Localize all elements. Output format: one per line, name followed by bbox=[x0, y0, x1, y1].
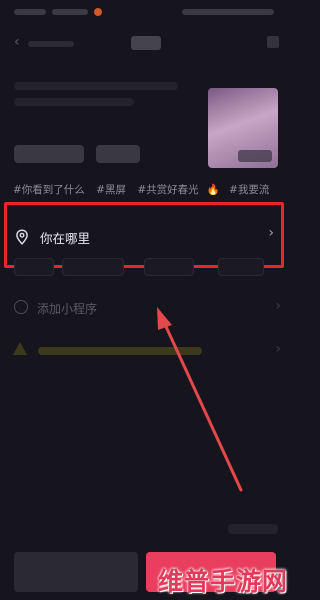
location-pin-icon bbox=[16, 229, 28, 245]
description-line bbox=[14, 82, 178, 90]
edit-cover-button[interactable] bbox=[238, 150, 272, 162]
hashtag-chip[interactable]: #你看到了什么 bbox=[13, 184, 85, 196]
status-time-blur bbox=[14, 9, 46, 15]
fire-icon: 🔥 bbox=[206, 184, 220, 196]
description-line bbox=[14, 98, 134, 106]
mini-program-label: 添加小程序 bbox=[37, 302, 98, 316]
chevron-right-icon: › bbox=[268, 225, 274, 241]
draft-hint bbox=[228, 524, 278, 534]
add-mini-program-row[interactable]: 添加小程序 › bbox=[0, 296, 289, 320]
location-label: 你在哪里 bbox=[40, 231, 91, 246]
location-suggestion-chip[interactable] bbox=[218, 258, 264, 276]
hashtag-button[interactable] bbox=[14, 145, 84, 163]
notice-text-blur bbox=[38, 347, 202, 355]
location-suggestion-chip[interactable] bbox=[144, 258, 194, 276]
hashtag-chip[interactable]: #黑屏 bbox=[96, 184, 126, 196]
location-suggestions bbox=[0, 258, 289, 280]
nav-right-icon[interactable] bbox=[267, 36, 279, 48]
save-draft-button[interactable] bbox=[14, 552, 138, 592]
notice-row[interactable]: › bbox=[0, 339, 289, 363]
nav-left-text-blur bbox=[28, 41, 74, 47]
watermark: 维普手游网 bbox=[158, 567, 289, 596]
top-navigation: ‹ bbox=[0, 30, 289, 56]
fire-icon bbox=[94, 8, 102, 16]
status-icons-blur bbox=[52, 9, 88, 15]
location-suggestion-chip[interactable] bbox=[14, 258, 54, 276]
warning-icon bbox=[13, 342, 27, 355]
nav-title-chip bbox=[131, 36, 161, 50]
cover-thumbnail[interactable] bbox=[208, 88, 278, 168]
status-bar bbox=[0, 0, 289, 24]
mention-button[interactable] bbox=[96, 145, 140, 163]
chevron-right-icon: › bbox=[275, 341, 281, 357]
hashtag-chip[interactable]: #共赏好春光 bbox=[137, 184, 198, 196]
hashtag-chip[interactable]: #我要流 bbox=[229, 184, 269, 196]
hashtag-suggestions: #你看到了什么 #黑屏 #共赏好春光 🔥 #我要流 bbox=[13, 182, 289, 198]
location-suggestion-chip[interactable] bbox=[62, 258, 124, 276]
link-icon bbox=[14, 300, 28, 314]
back-icon[interactable]: ‹ bbox=[14, 34, 20, 50]
status-right-blur bbox=[182, 9, 274, 15]
chevron-right-icon: › bbox=[275, 298, 281, 314]
